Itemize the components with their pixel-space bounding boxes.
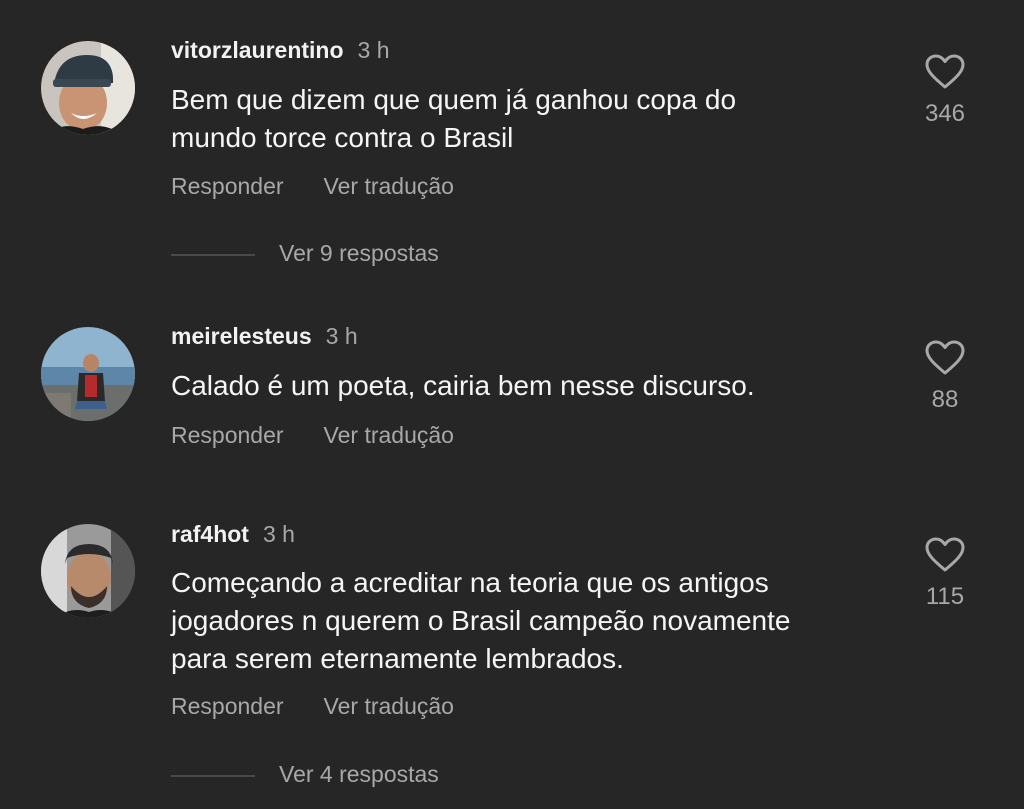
comment-header: meirelesteus 3 h (171, 322, 358, 350)
heart-outline-icon[interactable] (925, 537, 965, 573)
view-replies-button[interactable]: Ver 9 respostas (171, 239, 439, 267)
like-count: 115 (925, 583, 965, 610)
reply-button[interactable]: Responder (171, 692, 284, 720)
comment-text-line: Começando a acreditar na teoria que os a… (171, 567, 769, 598)
avatar[interactable] (41, 327, 135, 421)
comment-text: Calado é um poeta, cairia bem nesse disc… (171, 367, 891, 405)
timestamp: 3 h (325, 323, 358, 349)
comment-header: vitorzlaurentino 3 h (171, 36, 390, 64)
comment-text-line: jogadores n querem o Brasil campeão nova… (171, 605, 791, 636)
comment-text-line: Calado é um poeta, cairia bem nesse disc… (171, 370, 755, 401)
view-replies-label: Ver 4 respostas (279, 761, 439, 787)
comment-actions: Responder Ver tradução (171, 692, 454, 720)
comment-actions: Responder Ver tradução (171, 172, 454, 200)
like-area: 88 (914, 340, 976, 414)
comment-text-line: mundo torce contra o Brasil (171, 122, 514, 153)
heart-outline-icon[interactable] (925, 54, 965, 90)
view-replies-button[interactable]: Ver 4 respostas (171, 760, 439, 788)
like-area: 115 (914, 537, 976, 611)
reply-button[interactable]: Responder (171, 421, 284, 449)
timestamp: 3 h (357, 37, 390, 63)
avatar-photo (41, 327, 135, 421)
comment-text: Bem que dizem que quem já ganhou copa do… (171, 81, 891, 157)
comment-text-line: para serem eternamente lembrados. (171, 643, 624, 674)
like-count: 88 (931, 386, 959, 413)
avatar-photo (41, 41, 135, 135)
comment-header: raf4hot 3 h (171, 520, 295, 548)
comment-actions: Responder Ver tradução (171, 421, 454, 449)
replies-divider (171, 774, 255, 777)
like-count: 346 (924, 100, 966, 127)
heart-outline-icon[interactable] (925, 340, 965, 376)
timestamp: 3 h (262, 521, 295, 547)
reply-button[interactable]: Responder (171, 172, 284, 200)
username[interactable]: raf4hot (171, 521, 249, 547)
see-translation-button[interactable]: Ver tradução (324, 172, 454, 200)
username[interactable]: meirelesteus (171, 323, 312, 349)
replies-divider (171, 253, 255, 256)
comment-text-line: Bem que dizem que quem já ganhou copa do (171, 84, 737, 115)
see-translation-button[interactable]: Ver tradução (324, 421, 454, 449)
avatar[interactable] (41, 41, 135, 135)
avatar-photo (41, 524, 135, 618)
username[interactable]: vitorzlaurentino (171, 37, 344, 63)
like-area: 346 (914, 54, 976, 128)
view-replies-label: Ver 9 respostas (279, 240, 439, 266)
see-translation-button[interactable]: Ver tradução (324, 692, 454, 720)
comment-text: Começando a acreditar na teoria que os a… (171, 564, 891, 678)
avatar[interactable] (41, 524, 135, 618)
